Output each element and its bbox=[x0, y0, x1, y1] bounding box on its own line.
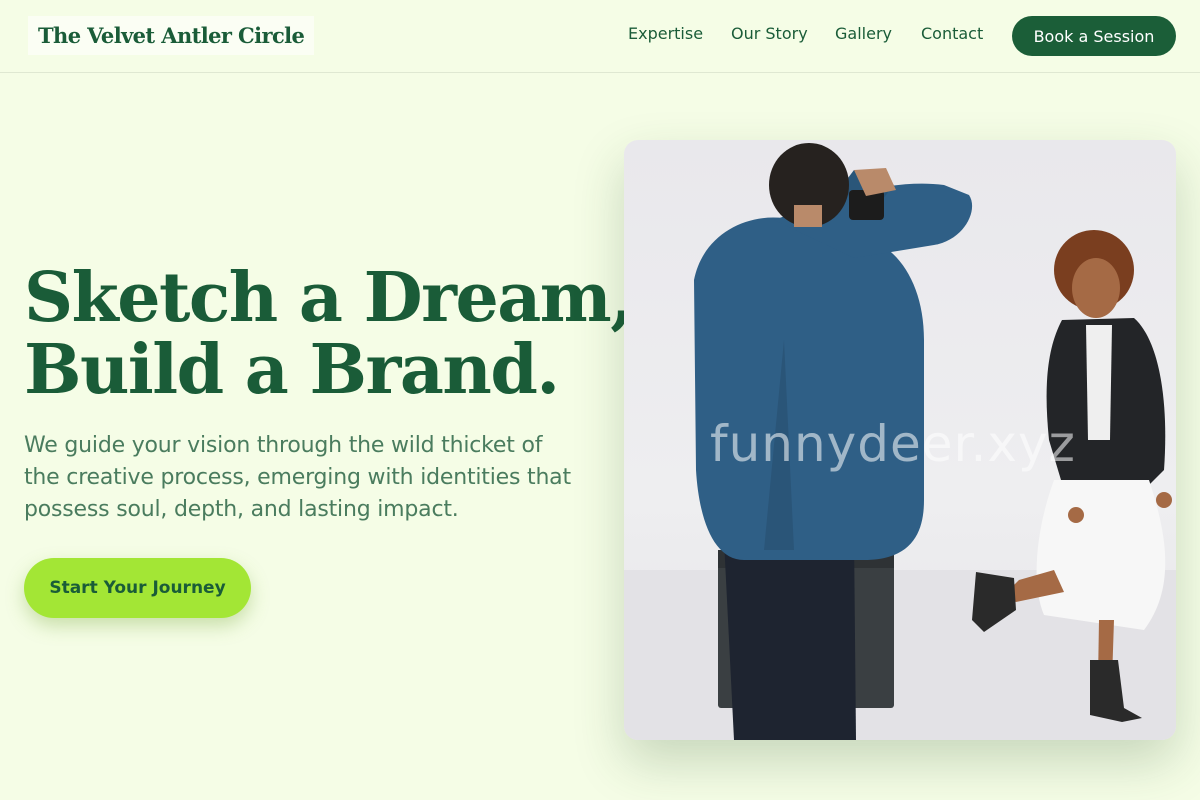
hero-headline-line-1: Sketch a Dream, bbox=[24, 258, 634, 338]
book-session-button[interactable]: Book a Session bbox=[1012, 16, 1176, 56]
nav-link-gallery[interactable]: Gallery bbox=[835, 24, 892, 43]
nav-link-our-story[interactable]: Our Story bbox=[731, 24, 808, 43]
site-header: The Velvet Antler Circle Expertise Our S… bbox=[0, 0, 1200, 73]
start-journey-button[interactable]: Start Your Journey bbox=[24, 558, 251, 618]
brand-logo[interactable]: The Velvet Antler Circle bbox=[28, 16, 315, 55]
image-watermark: funnydeer.xyz bbox=[710, 415, 1076, 473]
nav-link-contact[interactable]: Contact bbox=[921, 24, 983, 43]
hero-photo: funnydeer.xyz bbox=[624, 140, 1176, 740]
hero-headline: Sketch a Dream, Build a Brand. bbox=[24, 258, 634, 410]
nav-link-expertise[interactable]: Expertise bbox=[628, 24, 703, 43]
hero-subtext: We guide your vision through the wild th… bbox=[24, 433, 571, 522]
hero-headline-line-2: Build a Brand. bbox=[24, 330, 560, 410]
